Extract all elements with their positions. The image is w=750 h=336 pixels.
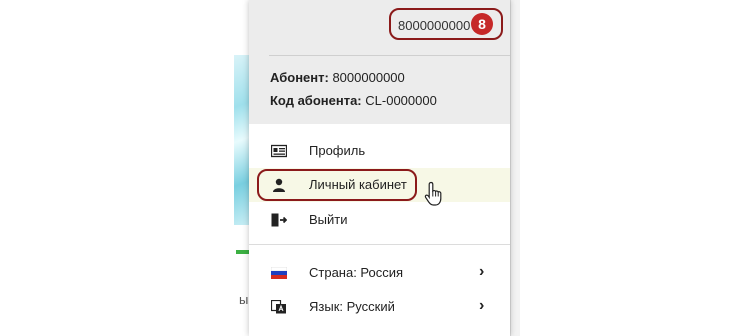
subscriber-value: 8000000000 (332, 70, 405, 85)
account-header: 8000000000 8 Абонент: 8000000000 Код або… (249, 0, 510, 124)
menu-label-language: Язык: Русский (309, 299, 395, 314)
background-scroll-area (510, 0, 520, 336)
background-image (234, 55, 249, 225)
annotation-highlight (257, 169, 417, 201)
language-icon (271, 300, 286, 314)
subscriber-code-line: Код абонента: CL-0000000 (270, 93, 437, 108)
menu-item-logout[interactable]: Выйти (249, 203, 510, 237)
menu-label-country: Страна: Россия (309, 265, 404, 280)
menu-label-profile: Профиль (309, 143, 366, 158)
subscriber-line: Абонент: 8000000000 (270, 70, 405, 85)
menu-divider (249, 244, 510, 245)
step-badge: 8 (471, 13, 493, 35)
chevron-right-icon: › (479, 263, 485, 280)
header-divider (269, 55, 510, 56)
subscriber-label: Абонент: (270, 70, 329, 85)
chevron-right-icon: › (479, 297, 485, 314)
code-value: CL-0000000 (365, 93, 437, 108)
menu-item-country[interactable]: Страна: Россия › (249, 256, 510, 290)
menu-label-logout: Выйти (309, 212, 348, 227)
account-phone-button[interactable]: 8000000000 8 (389, 8, 503, 40)
id-card-icon (271, 144, 287, 158)
menu-item-language[interactable]: Язык: Русский › (249, 290, 510, 324)
russia-flag-icon (271, 267, 287, 279)
phone-number: 8000000000 (398, 18, 471, 33)
logout-icon (271, 213, 287, 227)
background-green-bar (236, 250, 250, 254)
account-dropdown: 8000000000 8 Абонент: 8000000000 Код або… (249, 0, 510, 336)
code-label: Код абонента: (270, 93, 362, 108)
hand-pointer-icon (424, 181, 442, 206)
menu-item-profile[interactable]: Профиль (249, 134, 510, 168)
